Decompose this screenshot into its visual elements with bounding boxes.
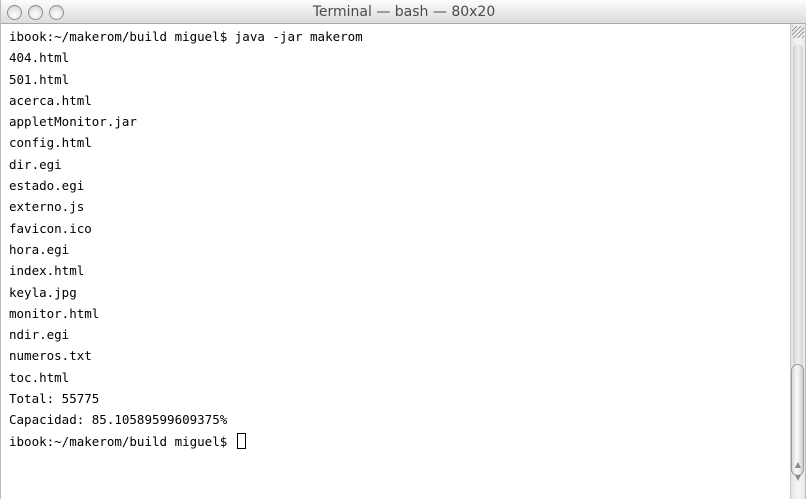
terminal-line: ndir.egi <box>9 327 70 343</box>
terminal-line: hora.egi <box>9 241 70 257</box>
text-cursor <box>236 432 246 449</box>
terminal-line: keyla.jpg <box>9 284 77 300</box>
terminal-line: externo.js <box>9 199 85 215</box>
terminal-line: estado.egi <box>9 178 85 194</box>
terminal-line: config.html <box>9 135 92 151</box>
scroll-up-arrow-icon[interactable]: ▲ <box>793 460 803 470</box>
terminal-line: toc.html <box>9 369 70 385</box>
vertical-scrollbar[interactable]: ▲ ▼ <box>790 24 805 499</box>
terminal-output[interactable]: ibook:~/makerom/build miguel$ java -jar … <box>9 26 789 499</box>
terminal-line: appletMonitor.jar <box>9 114 137 130</box>
terminal-line: Total: 55775 <box>9 391 100 407</box>
terminal-line: 501.html <box>9 71 70 87</box>
terminal-line: acerca.html <box>9 92 92 108</box>
shell-prompt: ibook:~/makerom/build miguel$ <box>9 433 235 449</box>
terminal-line: 404.html <box>9 50 70 66</box>
resize-grip-icon[interactable] <box>792 26 804 38</box>
terminal-window: Terminal — bash — 80x20 ibook:~/makerom/… <box>0 0 806 499</box>
terminal-line: Capacidad: 85.10589599609375% <box>9 412 228 428</box>
window-title: Terminal — bash — 80x20 <box>312 4 496 20</box>
terminal-line: numeros.txt <box>9 348 92 364</box>
prompt-line[interactable]: ibook:~/makerom/build miguel$ <box>9 431 789 452</box>
terminal-line: monitor.html <box>9 305 100 321</box>
terminal-line: ibook:~/makerom/build miguel$ java -jar … <box>9 29 363 44</box>
terminal-line: favicon.ico <box>9 220 92 236</box>
terminal-line: index.html <box>9 263 85 279</box>
title-bar[interactable]: Terminal — bash — 80x20 <box>1 0 806 24</box>
terminal-line: dir.egi <box>9 156 62 172</box>
scroll-down-arrow-icon[interactable]: ▼ <box>793 473 803 483</box>
